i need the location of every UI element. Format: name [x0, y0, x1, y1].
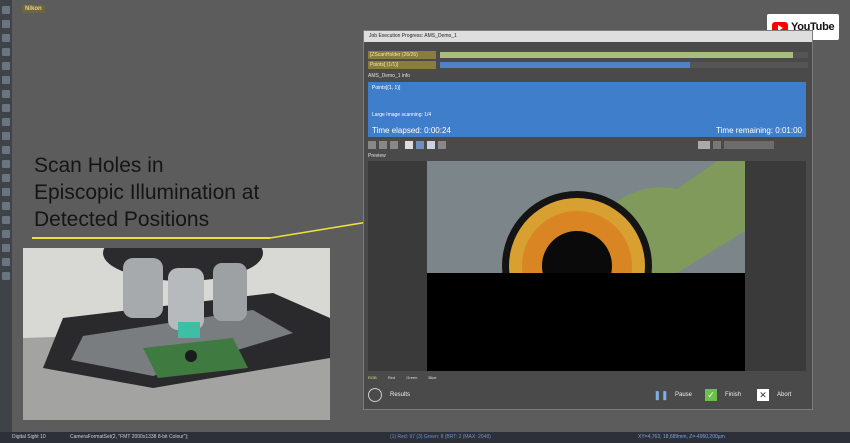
results-button[interactable]: Results	[368, 386, 410, 404]
check-icon: ✓	[705, 389, 717, 401]
dialog-title: Job Execution Progress: AMS_Demo_1	[364, 31, 812, 42]
results-label: Results	[390, 392, 411, 398]
pause-label: Pause	[675, 392, 693, 398]
finish-button[interactable]: ✓ Finish	[705, 386, 741, 404]
progress-bar	[440, 62, 808, 68]
status-bar: Digital Sight 10 CameraFormatSet(2, "FMT…	[0, 432, 850, 443]
camera-name: Digital Sight 10	[12, 434, 46, 440]
preview-image	[427, 161, 745, 371]
progress-row: Points[ (1/1)]	[368, 61, 808, 69]
progress-bar	[440, 52, 808, 58]
zoom-icon[interactable]	[427, 141, 435, 149]
finish-label: Finish	[725, 392, 742, 398]
progress-label: Points[ (1/1)]	[368, 61, 436, 69]
pause-icon: ❚❚	[653, 389, 669, 400]
preview-label: Preview	[368, 153, 386, 159]
progress-label: [ZScanHolder (26/26)	[368, 51, 436, 59]
job-progress-dialog: Job Execution Progress: AMS_Demo_1 [ZSca…	[363, 30, 813, 410]
progress-row: [ZScanHolder (26/26)	[368, 51, 808, 59]
legend-red[interactable]: Red	[388, 375, 395, 380]
view-icon[interactable]	[713, 141, 721, 149]
points-text: Points[(1, 1)]	[372, 85, 401, 91]
status-panel: Points[(1, 1)] Large Image scanning: 1/4…	[368, 82, 806, 137]
preview-area	[368, 161, 806, 371]
legend-rgb[interactable]: RGB	[368, 375, 377, 380]
time-remaining: Time remaining: 0:01:00	[716, 126, 802, 135]
legend-blue[interactable]: Blue	[429, 375, 437, 380]
preview-toolbar	[368, 141, 806, 150]
time-elapsed: Time elapsed: 0:00:24	[372, 126, 451, 135]
channel-readout: (1) Red: 97 (3) Green: 8 (BRT: 2 (MAX: 2…	[390, 434, 491, 440]
fit-icon[interactable]	[416, 141, 424, 149]
microscope-photo	[23, 248, 330, 420]
job-info-label: AMS_Demo_1 info	[368, 73, 410, 79]
last-command: CameraFormatSet(2, "FMT 2000x1338 8-bit …	[70, 434, 189, 440]
progress-fill	[440, 62, 691, 68]
display-slider[interactable]	[724, 141, 774, 149]
curve-icon[interactable]	[379, 141, 387, 149]
stage-coordinates: XY=4,763, 18,689mm, Z=-4950,200µm	[638, 434, 725, 440]
histogram-icon[interactable]	[368, 141, 376, 149]
abort-button[interactable]: ✕ Abort	[757, 386, 791, 404]
reset-icon[interactable]	[390, 141, 398, 149]
measure-icon[interactable]	[438, 141, 446, 149]
progress-fill	[440, 52, 794, 58]
scanning-text: Large Image scanning: 1/4	[372, 112, 432, 118]
results-icon	[368, 388, 382, 402]
legend-green[interactable]: Green	[406, 375, 417, 380]
grid-icon[interactable]	[405, 141, 413, 149]
pause-button[interactable]: ❚❚ Pause	[653, 386, 693, 404]
abort-label: Abort	[777, 392, 792, 398]
view-icon[interactable]	[698, 141, 710, 149]
channel-legend: RGB Red Green Blue	[368, 375, 447, 383]
close-icon: ✕	[757, 389, 769, 401]
